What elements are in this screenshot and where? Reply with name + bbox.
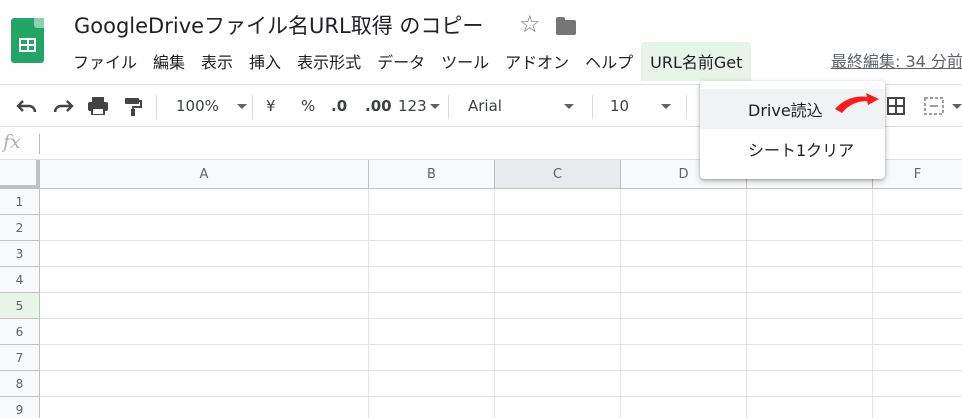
sheets-logo-icon[interactable]: [11, 18, 44, 63]
paint-format-icon[interactable]: [123, 85, 143, 127]
chevron-down-icon: [661, 103, 672, 109]
formula-divider: [39, 134, 40, 154]
menu-file[interactable]: ファイル: [65, 43, 145, 79]
menu-view[interactable]: 表示: [193, 43, 241, 79]
column-header-b[interactable]: B: [369, 160, 495, 189]
row-gridline: [40, 318, 962, 319]
menu-addons[interactable]: アドオン: [497, 43, 577, 79]
currency-format-button[interactable]: ¥: [266, 85, 276, 127]
borders-icon[interactable]: [887, 85, 905, 127]
currency-label: ¥: [266, 97, 276, 115]
row-header-7[interactable]: 7: [0, 345, 40, 371]
fx-icon: fx: [3, 131, 21, 153]
row-gridline: [40, 396, 962, 397]
row-header-6[interactable]: 6: [0, 319, 40, 345]
red-pointer-arrow-icon: [835, 93, 879, 113]
column-gridline: [368, 189, 369, 418]
percent-label: %: [301, 97, 316, 115]
menu-help[interactable]: ヘルプ: [577, 43, 641, 79]
last-edit-link[interactable]: 最終編集: 34 分前: [831, 48, 962, 72]
chevron-down-icon: [952, 103, 962, 109]
row-gridline: [40, 292, 962, 293]
row-header-3[interactable]: 3: [0, 241, 40, 267]
chevron-down-icon: [429, 103, 440, 109]
row-header-8[interactable]: 8: [0, 371, 40, 397]
print-icon[interactable]: [87, 85, 109, 127]
column-gridline: [746, 189, 747, 418]
spreadsheet-app: GoogleDriveファイル名URL取得 のコピー ☆ ファイル 編集 表示 …: [0, 0, 962, 418]
chevron-down-icon: [563, 103, 574, 109]
menu-url-name-get[interactable]: URL名前Get: [641, 41, 752, 81]
row-header-4[interactable]: 4: [0, 267, 40, 293]
sheet-grid[interactable]: A B C D F 1 2 3 4 5 6 7 8 9: [0, 160, 962, 418]
row-header-2[interactable]: 2: [0, 215, 40, 241]
menu-insert[interactable]: 挿入: [241, 43, 289, 79]
row-gridline: [40, 370, 962, 371]
decrease-decimal-label: .0: [331, 97, 348, 115]
folder-icon[interactable]: [556, 17, 576, 35]
menu-bar: ファイル 編集 表示 挿入 表示形式 データ ツール アドオン ヘルプ URL名…: [65, 41, 752, 81]
column-header-a[interactable]: A: [40, 160, 369, 189]
select-all-corner[interactable]: [0, 160, 40, 189]
decrease-decimal-button[interactable]: .0: [331, 85, 347, 127]
merge-cells-icon[interactable]: [924, 85, 962, 127]
font-select[interactable]: Arial: [468, 85, 574, 127]
undo-icon[interactable]: [16, 85, 38, 127]
font-size-value: 10: [610, 97, 630, 115]
column-gridline: [494, 189, 495, 418]
menu-tools[interactable]: ツール: [433, 43, 497, 79]
row-header-9[interactable]: 9: [0, 397, 40, 418]
menu-item-clear-sheet1[interactable]: シート1クリア: [700, 129, 885, 169]
zoom-select[interactable]: 100%: [176, 85, 247, 127]
column-header-c[interactable]: C: [495, 160, 621, 189]
column-gridline: [872, 189, 873, 418]
row-header-5[interactable]: 5: [0, 293, 40, 319]
row-gridline: [40, 344, 962, 345]
chevron-down-icon: [236, 103, 247, 109]
row-gridline: [40, 240, 962, 241]
menu-format[interactable]: 表示形式: [289, 43, 369, 79]
zoom-value: 100%: [176, 97, 219, 115]
star-icon[interactable]: ☆: [519, 10, 541, 38]
font-value: Arial: [468, 97, 502, 115]
more-formats-label: 123: [398, 97, 427, 115]
row-gridline: [40, 214, 962, 215]
column-gridline: [620, 189, 621, 418]
row-gridline: [40, 266, 962, 267]
menu-data[interactable]: データ: [369, 43, 433, 79]
row-header-1[interactable]: 1: [0, 189, 40, 215]
column-header-f[interactable]: F: [873, 160, 962, 189]
percent-format-button[interactable]: %: [301, 85, 315, 127]
menu-edit[interactable]: 編集: [145, 43, 193, 79]
more-formats-select[interactable]: 123: [398, 85, 440, 127]
increase-decimal-button[interactable]: .00: [365, 85, 392, 127]
increase-decimal-label: .00: [365, 97, 392, 115]
font-size-select[interactable]: 10: [610, 85, 672, 127]
redo-icon[interactable]: [52, 85, 74, 127]
document-title[interactable]: GoogleDriveファイル名URL取得 のコピー: [74, 10, 483, 40]
